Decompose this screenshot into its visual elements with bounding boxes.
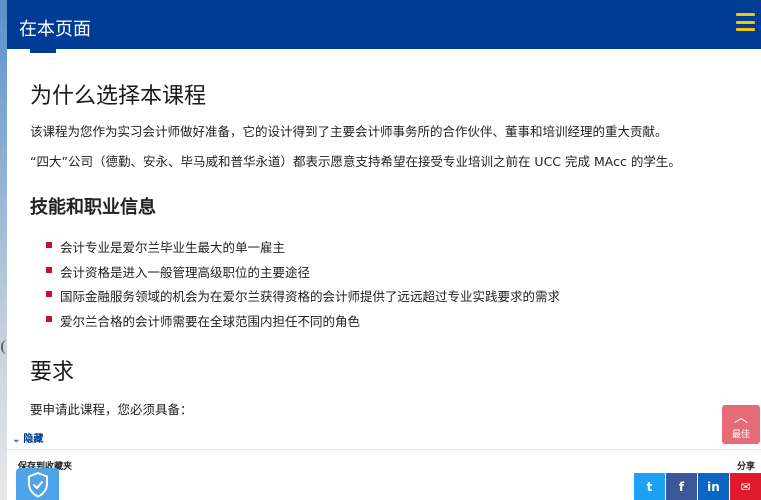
share-buttons: t f in ✉ [633,473,761,500]
bullet-icon [46,315,52,322]
share-label: 分享 [736,462,755,472]
heading-why-this-course: 为什么选择本课程 [30,84,207,109]
list-item: 会计资格是进入一般管理高级职位的主要途径 [46,262,560,287]
shield-check-icon[interactable] [16,468,59,500]
chevron-up-icon: ︿ [734,410,748,426]
facebook-icon[interactable]: f [666,473,697,500]
hamburger-menu-icon[interactable] [736,13,755,31]
bottom-action-bar: 保存到收藏夹 分享 t f in ✉ [7,449,761,500]
skills-list: 会计专业是爱尔兰毕业生最大的单一雇主 会计资格是进入一般管理高级职位的主要途径 … [46,237,560,335]
bullet-icon [46,266,52,273]
email-icon[interactable]: ✉ [730,473,761,500]
list-item: 国际金融服务领域的机会为在爱尔兰获得资格的会计师提供了远远超过专业实践要求的需求 [46,286,560,311]
hide-toggle-button[interactable]: ⌄ 隐藏 [12,430,43,445]
bullet-icon [46,242,52,248]
linkedin-icon[interactable]: in [698,473,729,500]
background-edge [0,0,7,500]
twitter-icon[interactable]: t [634,473,665,500]
list-item: 会计专业是爱尔兰毕业生最大的单一雇主 [46,237,560,262]
paragraph-requirements-intro: 要申请此课程，您必须具备： [30,402,193,417]
best-back-to-top-button[interactable]: ︿ 最佳 [722,405,760,444]
paragraph-big-four: “四大”公司（德勤、安永、毕马威和普华永道）都表示愿意支持希望在接受专业培训之前… [30,154,681,169]
tab-indicator [30,49,56,53]
edge-mark [1,340,7,354]
page-section-title: 在本页面 [19,19,91,40]
list-item: 爱尔兰合格的会计师需要在全球范围内担任不同的角色 [46,311,560,336]
chevron-down-icon: ⌄ [12,434,21,445]
heading-skills-careers: 技能和职业信息 [30,197,156,218]
heading-requirements: 要求 [30,360,75,385]
bullet-icon [46,291,52,297]
top-navigation-bar: 在本页面 [7,0,761,49]
paragraph-course-intro: 该课程为您作为实习会计师做好准备，它的设计得到了主要会计师事务所的合作伙伴、董事… [30,124,668,139]
